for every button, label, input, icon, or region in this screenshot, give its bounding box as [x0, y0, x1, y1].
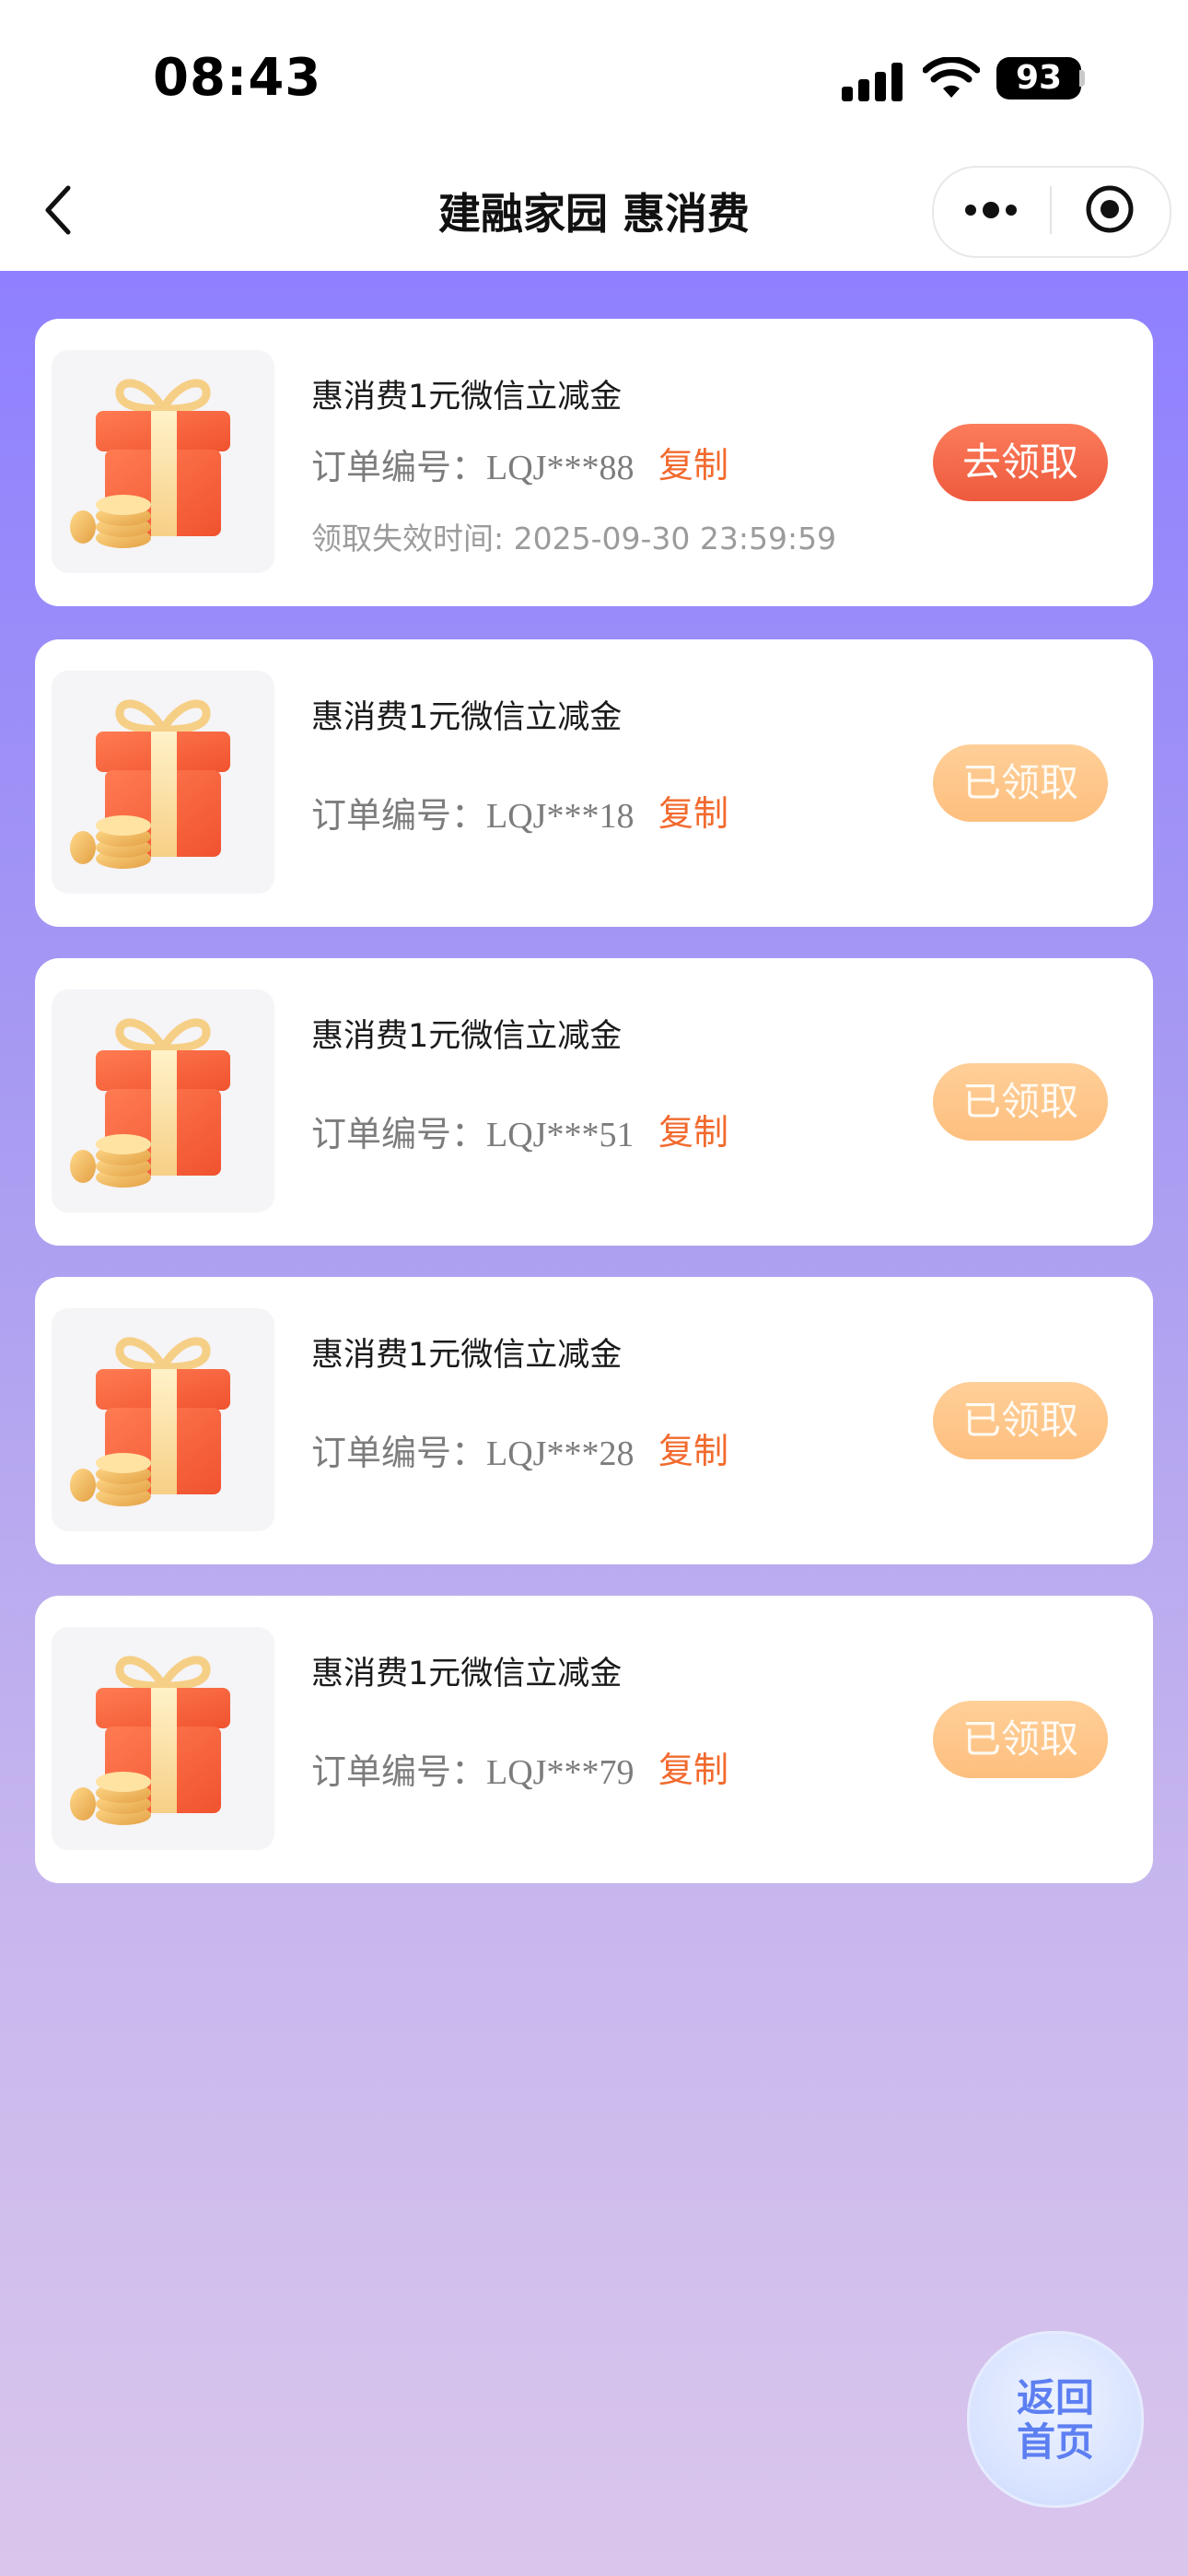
gift-icon: [70, 699, 230, 869]
coupon-title: 惠消费1元微信立减金: [311, 1337, 623, 1374]
order-value: LQJ***51: [486, 1116, 635, 1154]
status-bar: 08:43 93: [0, 0, 1188, 157]
order-number: 订单编号：LQJ***28: [311, 1424, 634, 1475]
coupon-card: 惠消费1元微信立减金 订单编号：LQJ***18 复制 已领取: [35, 639, 1153, 927]
battery-cap: [1079, 70, 1085, 87]
coupon-thumbnail: [52, 1308, 274, 1531]
coupon-thumbnail: [52, 350, 274, 573]
home-button-label-2: 首页: [1016, 2419, 1094, 2465]
order-value: LQJ***18: [486, 797, 635, 836]
copy-button[interactable]: 复制: [658, 1104, 728, 1154]
order-value: LQJ***28: [486, 1434, 635, 1473]
status-time: 08:43: [153, 48, 322, 108]
gift-icon: [70, 1018, 230, 1188]
claimed-button[interactable]: 已领取: [933, 1382, 1108, 1459]
coupon-card: 惠消费1元微信立减金 订单编号：LQJ***28 复制 已领取: [35, 1277, 1153, 1564]
capsule-divider: [1050, 186, 1052, 234]
order-number: 订单编号：LQJ***88: [311, 439, 634, 489]
order-number: 订单编号：LQJ***79: [311, 1743, 634, 1794]
coupon-title: 惠消费1元微信立减金: [311, 1018, 623, 1055]
coupon-thumbnail: [52, 671, 274, 894]
coupon-title: 惠消费1元微信立减金: [311, 379, 623, 416]
coupon-card: 惠消费1元微信立减金 订单编号：LQJ***51 复制 已领取: [35, 958, 1153, 1246]
coupon-title: 惠消费1元微信立减金: [311, 1656, 623, 1692]
claimed-button[interactable]: 已领取: [933, 1701, 1108, 1778]
claimed-button[interactable]: 已领取: [933, 1063, 1108, 1141]
order-label: 订单编号：: [311, 449, 487, 487]
order-label: 订单编号：: [311, 797, 487, 836]
wifi-icon: [923, 57, 980, 98]
order-value: LQJ***79: [486, 1753, 635, 1792]
order-number: 订单编号：LQJ***51: [311, 1106, 634, 1156]
order-value: LQJ***88: [486, 449, 635, 487]
signal-icon: [842, 61, 906, 101]
copy-button[interactable]: 复制: [658, 1741, 728, 1792]
coupon-title: 惠消费1元微信立减金: [311, 699, 623, 736]
order-number: 订单编号：LQJ***18: [311, 787, 634, 837]
copy-button[interactable]: 复制: [658, 785, 728, 836]
order-label: 订单编号：: [311, 1434, 487, 1473]
gift-icon: [70, 1337, 230, 1506]
battery-level: 93: [1015, 59, 1063, 97]
claim-button[interactable]: 去领取: [933, 424, 1108, 501]
content-area: 惠消费1元微信立减金 订单编号：LQJ***88 复制 领取失效时间: 2025…: [0, 271, 1188, 2576]
claimed-button[interactable]: 已领取: [933, 744, 1108, 822]
coupon-card: 惠消费1元微信立减金 订单编号：LQJ***88 复制 领取失效时间: 2025…: [35, 319, 1153, 606]
expire-time: 领取失效时间: 2025-09-30 23:59:59: [311, 521, 837, 556]
order-label: 订单编号：: [311, 1753, 487, 1792]
target-icon[interactable]: [1083, 182, 1136, 236]
gift-icon: [70, 1656, 230, 1825]
gift-icon: [70, 379, 230, 548]
battery-icon: 93: [996, 57, 1081, 100]
coupon-card: 惠消费1元微信立减金 订单编号：LQJ***79 复制 已领取: [35, 1596, 1153, 1883]
copy-button[interactable]: 复制: [658, 1423, 728, 1473]
more-icon[interactable]: [961, 193, 1020, 227]
home-button[interactable]: 返回 首页: [967, 2331, 1144, 2508]
coupon-thumbnail: [52, 989, 274, 1212]
copy-button[interactable]: 复制: [658, 437, 728, 487]
order-label: 订单编号：: [311, 1116, 487, 1154]
coupon-thumbnail: [52, 1627, 274, 1850]
